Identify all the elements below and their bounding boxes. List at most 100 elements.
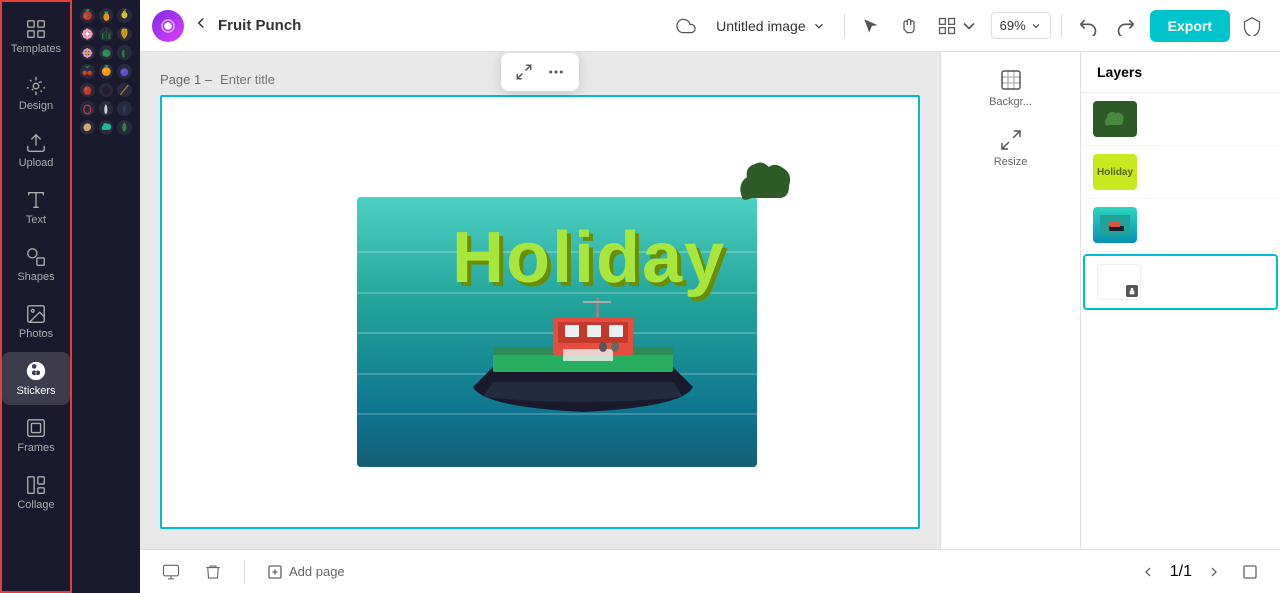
- layer-item-holiday[interactable]: Holiday: [1081, 146, 1280, 199]
- photos-label: Photos: [19, 328, 53, 340]
- layer-thumb-cloud: [1093, 101, 1137, 137]
- undo-button[interactable]: [1072, 10, 1104, 42]
- page-thumbnail-button[interactable]: [156, 557, 186, 587]
- sidebar-item-templates[interactable]: Templates: [2, 10, 70, 63]
- boat-svg: [453, 287, 713, 447]
- sidebar-item-text[interactable]: Text: [2, 181, 70, 234]
- sticker-tan-blob[interactable]: [80, 120, 95, 135]
- lock-small-icon: [1128, 287, 1136, 295]
- shield-button[interactable]: [1236, 10, 1268, 42]
- page-number-label: Page 1 –: [160, 72, 212, 87]
- collage-label: Collage: [17, 499, 54, 511]
- canva-logo[interactable]: [152, 10, 184, 42]
- add-page-button[interactable]: Add page: [261, 558, 351, 586]
- boat-svg-container: [453, 287, 713, 447]
- trash-icon: [204, 563, 222, 581]
- page-label-row: Page 1 –: [160, 72, 396, 87]
- thumbnail-icon: [162, 563, 180, 581]
- sticker-blueberry[interactable]: [117, 64, 132, 79]
- sidebar-item-upload[interactable]: Upload: [2, 124, 70, 177]
- background-label: Backgr...: [989, 96, 1032, 108]
- file-name-button[interactable]: Untitled image: [708, 14, 834, 38]
- export-button[interactable]: Export: [1150, 10, 1230, 42]
- prev-page-button[interactable]: [1134, 558, 1162, 586]
- file-name-text: Untitled image: [716, 18, 806, 34]
- expand-view-button[interactable]: [1236, 558, 1264, 586]
- sticker-chili[interactable]: [117, 45, 132, 60]
- export-label: Export: [1168, 18, 1212, 34]
- resize-tool-button[interactable]: Resize: [949, 120, 1072, 176]
- delete-page-button[interactable]: [198, 557, 228, 587]
- text-icon: [25, 189, 47, 211]
- expand-button[interactable]: [509, 57, 539, 87]
- save-button[interactable]: [670, 10, 702, 42]
- sticker-leaf[interactable]: [117, 27, 132, 42]
- sticker-white-shape[interactable]: [99, 101, 114, 116]
- frames-label: Frames: [17, 442, 54, 454]
- sticker-teal-cloud[interactable]: [99, 120, 114, 135]
- sticker-red-ring[interactable]: [80, 101, 95, 116]
- canvas-frame: Holiday: [160, 95, 920, 529]
- view-options-button[interactable]: [931, 10, 985, 42]
- cloud-sticker-svg: [727, 152, 807, 212]
- back-button[interactable]: [192, 14, 210, 37]
- dropdown-arrow-icon: [812, 19, 826, 33]
- layers-panel: Layers Holiday: [1080, 52, 1280, 549]
- sticker-dark-blob[interactable]: [99, 83, 114, 98]
- cursor-icon: [861, 16, 881, 36]
- sticker-red-oval[interactable]: [80, 83, 95, 98]
- more-dots-icon: [547, 63, 565, 81]
- design-icon: [25, 75, 47, 97]
- zoom-button[interactable]: 69%: [991, 12, 1051, 39]
- layer-lock-icon: [1126, 285, 1138, 297]
- bottom-bar: Add page 1/1: [140, 549, 1280, 593]
- page-title-input[interactable]: [220, 72, 396, 87]
- upload-label: Upload: [19, 157, 54, 169]
- shapes-label: Shapes: [17, 271, 54, 283]
- canvas-scroll-area[interactable]: Page 1 –: [140, 52, 940, 549]
- layer-item-boat[interactable]: [1081, 199, 1280, 252]
- page-counter: 1/1: [1170, 563, 1192, 581]
- top-bar: Fruit Punch Untitled image: [140, 0, 1280, 52]
- hand-tool-button[interactable]: [893, 10, 925, 42]
- sticker-apple[interactable]: [80, 8, 95, 23]
- undo-icon: [1078, 16, 1098, 36]
- sidebar-item-shapes[interactable]: Shapes: [2, 238, 70, 291]
- upload-icon: [25, 132, 47, 154]
- holiday-text-content: Holiday: [452, 218, 726, 298]
- design-label: Design: [19, 100, 53, 112]
- cloud-sticker-element[interactable]: [727, 152, 807, 226]
- zoom-level: 69%: [1000, 18, 1026, 33]
- sidebar-item-frames[interactable]: Frames: [2, 409, 70, 462]
- sticker-dark-diamond[interactable]: [117, 101, 132, 116]
- select-tool-button[interactable]: [855, 10, 887, 42]
- sidebar-item-collage[interactable]: Collage: [2, 466, 70, 519]
- sidebar-item-stickers[interactable]: Stickers: [2, 352, 70, 405]
- hand-icon: [899, 16, 919, 36]
- sticker-green-chili2[interactable]: [117, 120, 132, 135]
- layer-item-cloud[interactable]: [1081, 93, 1280, 146]
- zoom-dropdown-icon: [1030, 20, 1042, 32]
- sticker-flower1[interactable]: [80, 27, 95, 42]
- sticker-grass[interactable]: [99, 27, 114, 42]
- sticker-green-blob[interactable]: [99, 45, 114, 60]
- holiday-text-element[interactable]: Holiday: [452, 217, 726, 299]
- view-grid-icon: [937, 16, 957, 36]
- sticker-stick[interactable]: [117, 83, 132, 98]
- sidebar-item-design[interactable]: Design: [2, 67, 70, 120]
- sidebar-item-photos[interactable]: Photos: [2, 295, 70, 348]
- photos-icon: [25, 303, 47, 325]
- left-sidebar: Templates Design Upload Text Shapes: [0, 0, 72, 593]
- more-options-button[interactable]: [541, 57, 571, 87]
- sticker-pear[interactable]: [117, 8, 132, 23]
- sticker-orange[interactable]: [99, 64, 114, 79]
- sticker-flower2[interactable]: [80, 45, 95, 60]
- next-page-button[interactable]: [1200, 558, 1228, 586]
- sticker-pineapple[interactable]: [99, 8, 114, 23]
- sticker-cherries[interactable]: [80, 64, 95, 79]
- redo-button[interactable]: [1110, 10, 1142, 42]
- bottom-right: 1/1: [1134, 558, 1264, 586]
- layer-item-empty[interactable]: [1083, 254, 1278, 310]
- background-tool-button[interactable]: Backgr...: [949, 60, 1072, 116]
- view-dropdown-icon: [959, 16, 979, 36]
